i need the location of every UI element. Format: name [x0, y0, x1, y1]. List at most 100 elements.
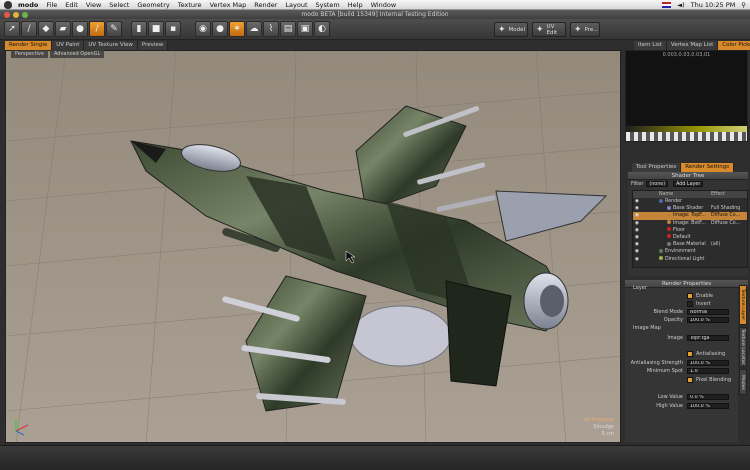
- menu-layout[interactable]: Layout: [285, 1, 307, 9]
- low-value-field[interactable]: 0.0 %: [687, 394, 729, 400]
- eye-icon[interactable]: ◉: [633, 256, 641, 263]
- tab-texture-layer[interactable]: Texture Layer: [739, 285, 747, 325]
- tree-row-image-bottom[interactable]: ◉ Image: BotF... Diffuse Co...: [633, 220, 747, 227]
- invert-checkbox[interactable]: [687, 301, 693, 307]
- zoom-icon[interactable]: [22, 11, 28, 18]
- col-effect[interactable]: Effect: [711, 191, 725, 198]
- tree-row-directional-light[interactable]: ◉ Directional Light: [633, 256, 747, 263]
- add-layer-button[interactable]: Add Layer: [673, 181, 704, 187]
- eye-icon[interactable]: ◉: [633, 220, 641, 227]
- view-advanced-opengl[interactable]: Advanced OpenGL: [49, 50, 105, 58]
- tab-item-list[interactable]: Item List: [634, 41, 667, 50]
- filter-dropdown[interactable]: (none): [646, 181, 669, 187]
- eye-icon[interactable]: ◉: [633, 198, 641, 205]
- color-picker-preview[interactable]: 0.003,0.03,0.03,01: [625, 50, 748, 142]
- blend-mode-row: Blend Mode Normal: [625, 308, 738, 316]
- image-layer-icon: [667, 212, 671, 217]
- menu-render[interactable]: Render: [254, 1, 277, 9]
- brush-icon[interactable]: /: [21, 21, 37, 37]
- blend-mode-select[interactable]: Normal: [687, 309, 729, 315]
- select-arrow-icon[interactable]: ➚: [4, 21, 20, 37]
- tree-row-floor[interactable]: ◉ Floor: [633, 227, 747, 234]
- material-icon: [667, 241, 671, 246]
- opacity-field[interactable]: 100.0 %: [687, 317, 729, 323]
- tree-row-base-shader[interactable]: ◉ Base Shader Full Shading: [633, 205, 747, 212]
- aa-strength-field[interactable]: 100.0 %: [687, 360, 729, 366]
- view-perspective[interactable]: Perspective: [11, 50, 48, 58]
- info-mode: Smudge: [593, 424, 614, 430]
- close-icon[interactable]: [4, 11, 10, 18]
- material-icon: [667, 234, 671, 239]
- tab-vertex-map-list[interactable]: Vertex Map List: [666, 41, 719, 50]
- menu-window[interactable]: Window: [371, 1, 397, 9]
- info-scale: 5 cm: [601, 431, 614, 437]
- min-spot-field[interactable]: 1.0: [687, 368, 729, 374]
- menu-help[interactable]: Help: [348, 1, 363, 9]
- smudge-icon[interactable]: ☁: [246, 21, 262, 37]
- tree-row-environment[interactable]: ◉ Environment: [633, 248, 747, 255]
- eye-icon[interactable]: ◉: [633, 234, 641, 241]
- jitter-icon[interactable]: ⌇: [263, 21, 279, 37]
- bucket-icon[interactable]: ▤: [280, 21, 296, 37]
- tree-row-render[interactable]: ◉ Render: [633, 198, 747, 205]
- menu-file[interactable]: File: [46, 1, 57, 9]
- gradient-icon[interactable]: ▮: [131, 21, 147, 37]
- material-icon: [667, 227, 671, 232]
- drop-icon[interactable]: ●: [72, 21, 88, 37]
- hard-brush-icon[interactable]: ●: [212, 21, 228, 37]
- menu-geometry[interactable]: Geometry: [137, 1, 169, 9]
- square-icon[interactable]: ■: [148, 21, 164, 37]
- menu-select[interactable]: Select: [109, 1, 129, 9]
- pre-layout-button[interactable]: ✦ Pre...: [570, 22, 600, 37]
- clone-icon[interactable]: ◐: [314, 21, 330, 37]
- high-value-field[interactable]: 100.0 %: [687, 403, 729, 409]
- tab-color-picker[interactable]: Color Picker: [718, 41, 750, 50]
- tree-row-base-material[interactable]: ◉ Base Material (all): [633, 241, 747, 248]
- menu-system[interactable]: System: [316, 1, 340, 9]
- tab-uv-texture-view[interactable]: UV Texture View: [84, 41, 138, 50]
- apple-icon[interactable]: [4, 0, 12, 9]
- alpha-checker-strip[interactable]: [626, 132, 747, 141]
- tab-render-single[interactable]: Render Single: [5, 41, 53, 50]
- clock[interactable]: Thu 10:25 PM: [691, 1, 736, 9]
- soft-brush-icon[interactable]: ◉: [195, 21, 211, 37]
- antialiasing-checkbox[interactable]: [687, 351, 693, 357]
- tab-uv-paint[interactable]: UV Paint: [52, 41, 85, 50]
- uv-edit-layout-button[interactable]: ✦ UV Edit: [532, 22, 566, 37]
- image-row: Image TopF.tga: [625, 334, 738, 342]
- image-ink-icon[interactable]: ▣: [297, 21, 313, 37]
- enable-checkbox[interactable]: [687, 293, 693, 299]
- tab-modes[interactable]: Modes: [739, 369, 747, 395]
- menu-texture[interactable]: Texture: [178, 1, 202, 9]
- image-select[interactable]: TopF.tga: [687, 335, 729, 341]
- tab-render-settings[interactable]: Render Settings: [681, 163, 735, 172]
- airbrush-icon[interactable]: ✶: [229, 21, 245, 37]
- pen-icon[interactable]: ✎: [106, 21, 122, 37]
- eraser-icon[interactable]: ▰: [55, 21, 71, 37]
- fill-icon[interactable]: ▪: [165, 21, 181, 37]
- pixel-blending-checkbox[interactable]: [687, 377, 693, 383]
- paint-brush-icon[interactable]: /: [89, 21, 105, 37]
- tree-row-default[interactable]: ◉ Default: [633, 234, 747, 241]
- speaker-icon[interactable]: ◄): [677, 1, 685, 9]
- minimize-icon[interactable]: [13, 11, 19, 18]
- tree-row-image-top[interactable]: ◉ Image: TopF... Diffuse Co...: [633, 212, 747, 220]
- flag-icon[interactable]: [662, 2, 672, 8]
- tab-texture-locator[interactable]: Texture Locator: [739, 327, 747, 367]
- menu-view[interactable]: View: [86, 1, 101, 9]
- eye-icon[interactable]: ◉: [633, 212, 641, 219]
- eye-icon[interactable]: ◉: [633, 248, 641, 255]
- eye-icon[interactable]: ◉: [633, 241, 641, 248]
- eye-icon[interactable]: ◉: [633, 227, 641, 234]
- menu-edit[interactable]: Edit: [65, 1, 78, 9]
- col-name[interactable]: Name: [659, 191, 711, 198]
- eye-icon[interactable]: ◉: [633, 205, 641, 212]
- paint-bucket-icon[interactable]: ◆: [38, 21, 54, 37]
- tab-preview[interactable]: Preview: [137, 41, 169, 50]
- spotlight-icon[interactable]: ⚲: [741, 1, 746, 9]
- tab-tool-properties[interactable]: Tool Properties: [632, 163, 682, 172]
- model-layout-button[interactable]: ✦ Model: [494, 22, 528, 37]
- 3d-viewport[interactable]: All Polygons Smudge 5 cm: [5, 50, 621, 443]
- menu-app[interactable]: modo: [18, 1, 38, 9]
- menu-vertex-map[interactable]: Vertex Map: [210, 1, 247, 9]
